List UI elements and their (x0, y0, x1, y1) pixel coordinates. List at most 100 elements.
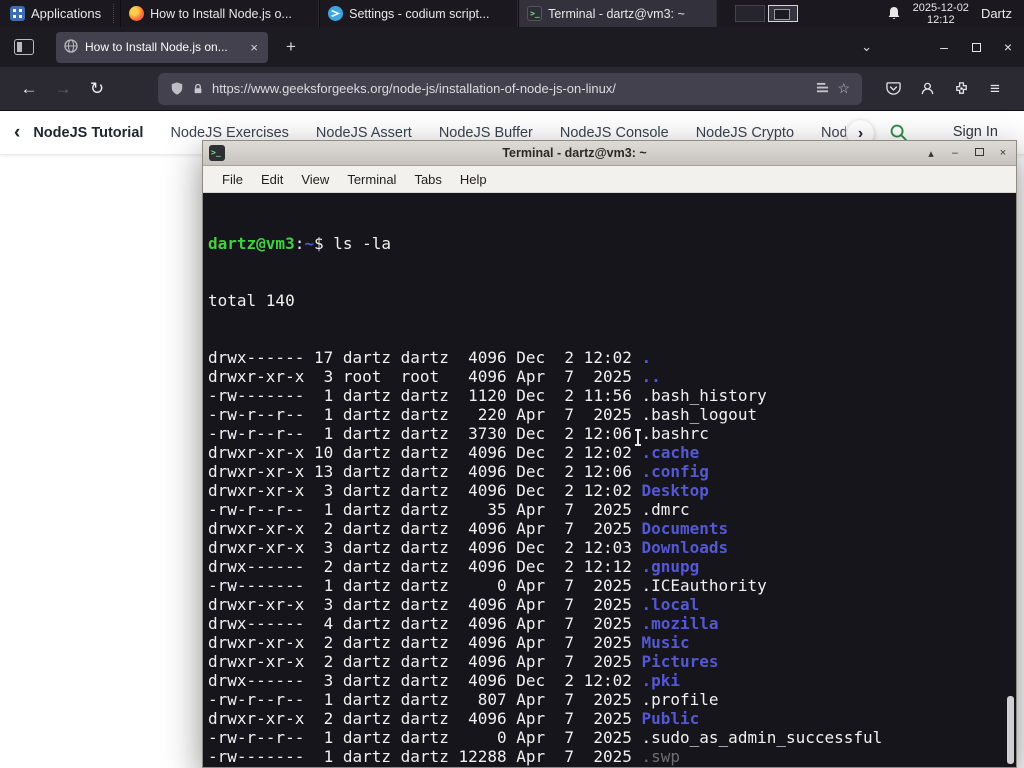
terminal-title: Terminal - dartz@vm3: ~ (502, 146, 647, 160)
workspace-1[interactable] (735, 5, 766, 22)
browser-tab-active[interactable]: How to Install Node.js on... × (56, 31, 268, 63)
prompt-line: dartz@vm3:~$ ls -la (208, 234, 1016, 253)
ls-row: drwxr-xr-x 3 dartz dartz 4096 Dec 2 12:0… (208, 481, 709, 500)
ls-filename: Music (641, 633, 690, 652)
window-minimize-button[interactable]: – (928, 39, 960, 55)
tab-favicon-globe-icon (64, 38, 78, 56)
pocket-icon[interactable] (876, 81, 910, 96)
ls-filename: .dmrc (641, 500, 690, 519)
ls-row: drwx------ 4 dartz dartz 4096 Apr 7 2025… (208, 614, 719, 633)
nav-back-chevron-icon[interactable]: ‹ (14, 122, 20, 144)
firefox-view-icon[interactable] (14, 39, 34, 55)
workspace-2-active[interactable] (768, 5, 799, 22)
ls-row: drwxr-xr-x 2 dartz dartz 4096 Apr 7 2025… (208, 652, 719, 671)
notifications-bell-icon[interactable] (887, 6, 901, 21)
window-restore-button[interactable] (960, 39, 992, 55)
total-line: total 140 (208, 291, 295, 310)
url-text[interactable]: https://www.geeksforgeeks.org/node-js/in… (212, 81, 808, 96)
browser-window-controls: – × (928, 39, 1024, 55)
terminal-app-icon (209, 145, 225, 161)
terminal-menu-view[interactable]: View (292, 172, 338, 187)
terminal-menu-edit[interactable]: Edit (252, 172, 292, 187)
window-close-button[interactable]: × (992, 39, 1024, 55)
terminal-close-button[interactable]: × (996, 147, 1010, 159)
taskbar-window-terminal[interactable]: Terminal - dartz@vm3: ~ (518, 0, 718, 27)
terminal-icon (527, 6, 543, 21)
clock-time: 12:12 (927, 13, 955, 26)
reader-view-icon[interactable] (816, 82, 829, 95)
ls-filename: .mozilla (641, 614, 719, 633)
ls-row: drwxr-xr-x 2 dartz dartz 4096 Apr 7 2025… (208, 766, 1016, 767)
browser-toolbar: ← → ↻ https://www.geeksforgeeks.org/node… (0, 67, 1024, 111)
terminal-menu-tabs[interactable]: Tabs (405, 172, 450, 187)
bookmark-star-icon[interactable]: ☆ (837, 80, 850, 97)
nav-item[interactable]: NodeJS Crypto (696, 125, 794, 141)
ls-row: -rw-r--r-- 1 dartz dartz 220 Apr 7 2025 … (208, 405, 758, 424)
terminal-scrollbar[interactable] (1004, 193, 1015, 767)
back-button[interactable]: ← (12, 79, 46, 99)
ls-filename: .ICEauthority (641, 576, 767, 595)
clock[interactable]: 2025-12-02 12:12 (913, 2, 969, 26)
account-icon[interactable] (910, 81, 944, 96)
terminal-menu-help[interactable]: Help (451, 172, 496, 187)
nav-item[interactable]: NodeJS Buffer (439, 125, 533, 141)
tracking-shield-icon[interactable] (170, 81, 184, 96)
ls-row: drwxr-xr-x 2 dartz dartz 4096 Apr 7 2025… (208, 709, 700, 728)
clock-date: 2025-12-02 (912, 1, 969, 14)
command-text: ls -la (333, 234, 392, 253)
terminal-minimize-button[interactable]: – (948, 147, 962, 159)
lock-icon[interactable] (192, 82, 204, 96)
list-all-tabs-icon[interactable]: ⌄ (851, 39, 882, 55)
taskbar-window-firefox[interactable]: How to Install Node.js o... (120, 0, 320, 27)
ls-row: drwxr-xr-x 3 root root 4096 Apr 7 2025 .… (208, 367, 661, 386)
prompt-path: ~ (304, 234, 314, 253)
firefox-icon (129, 6, 145, 21)
ls-filename: .bash_history (641, 386, 767, 405)
nav-item[interactable]: NodeJS DNS (821, 125, 846, 141)
ls-row: -rw------- 1 dartz dartz 1120 Dec 2 11:5… (208, 386, 767, 405)
codium-icon (328, 6, 344, 21)
applications-menu-button[interactable]: Applications (0, 0, 111, 27)
reload-button[interactable]: ↻ (80, 79, 114, 99)
ls-filename: Public (641, 709, 700, 728)
ls-filename: Documents (641, 519, 729, 538)
ls-filename: .pki (641, 671, 681, 690)
terminal-menu-terminal[interactable]: Terminal (338, 172, 405, 187)
terminal-window: Terminal - dartz@vm3: ~ ▴ – × FileEditVi… (202, 140, 1017, 768)
sign-in-button[interactable]: Sign In (953, 124, 998, 140)
nav-item[interactable]: NodeJS Assert (316, 125, 412, 141)
terminal-titlebar[interactable]: Terminal - dartz@vm3: ~ ▴ – × (203, 141, 1016, 166)
terminal-scrollbar-thumb[interactable] (1007, 696, 1014, 764)
terminal-maximize-button[interactable] (972, 147, 986, 159)
ls-filename: .local (641, 595, 700, 614)
nav-item[interactable]: NodeJS Exercises (170, 125, 288, 141)
ls-row: -rw-r--r-- 1 dartz dartz 35 Apr 7 2025 .… (208, 500, 690, 519)
tab-close-icon[interactable]: × (248, 40, 260, 55)
ls-row: drwx------ 2 dartz dartz 4096 Dec 2 12:1… (208, 557, 700, 576)
tab-title: How to Install Node.js on... (85, 40, 228, 54)
ls-row: drwxr-xr-x 3 dartz dartz 4096 Apr 7 2025… (208, 595, 700, 614)
new-tab-button[interactable]: + (278, 35, 304, 59)
nav-item[interactable]: NodeJS Tutorial (33, 125, 143, 141)
ls-filename: Downloads (641, 538, 729, 557)
prompt-colon: : (294, 234, 305, 253)
taskbar-window-codium[interactable]: Settings - codium script... (319, 0, 519, 27)
taskbar-separator (113, 4, 118, 23)
ls-filename: .profile (641, 690, 719, 709)
nav-item[interactable]: NodeJS Console (560, 125, 669, 141)
terminal-menu-file[interactable]: File (213, 172, 252, 187)
forward-button: → (54, 78, 72, 98)
terminal-output[interactable]: dartz@vm3:~$ ls -la total 140 drwx------… (203, 193, 1016, 767)
menu-hamburger-icon[interactable]: ≡ (978, 79, 1012, 99)
terminal-shade-button[interactable]: ▴ (924, 147, 938, 160)
toolbar-right-icons: ≡ (876, 79, 1012, 99)
extensions-puzzle-icon[interactable] (944, 81, 978, 96)
system-tray: 2025-12-02 12:12 Dartz (875, 0, 1024, 27)
user-menu[interactable]: Dartz (981, 6, 1012, 21)
ls-row: drwxr-xr-x 10 dartz dartz 4096 Dec 2 12:… (208, 443, 700, 462)
taskbar-window-title: How to Install Node.js o... (150, 6, 292, 21)
url-bar[interactable]: https://www.geeksforgeeks.org/node-js/in… (158, 72, 862, 105)
ls-output: drwx------ 17 dartz dartz 4096 Dec 2 12:… (208, 348, 1016, 767)
ls-filename: .bash_logout (641, 405, 758, 424)
workspace-pager[interactable] (735, 0, 799, 27)
